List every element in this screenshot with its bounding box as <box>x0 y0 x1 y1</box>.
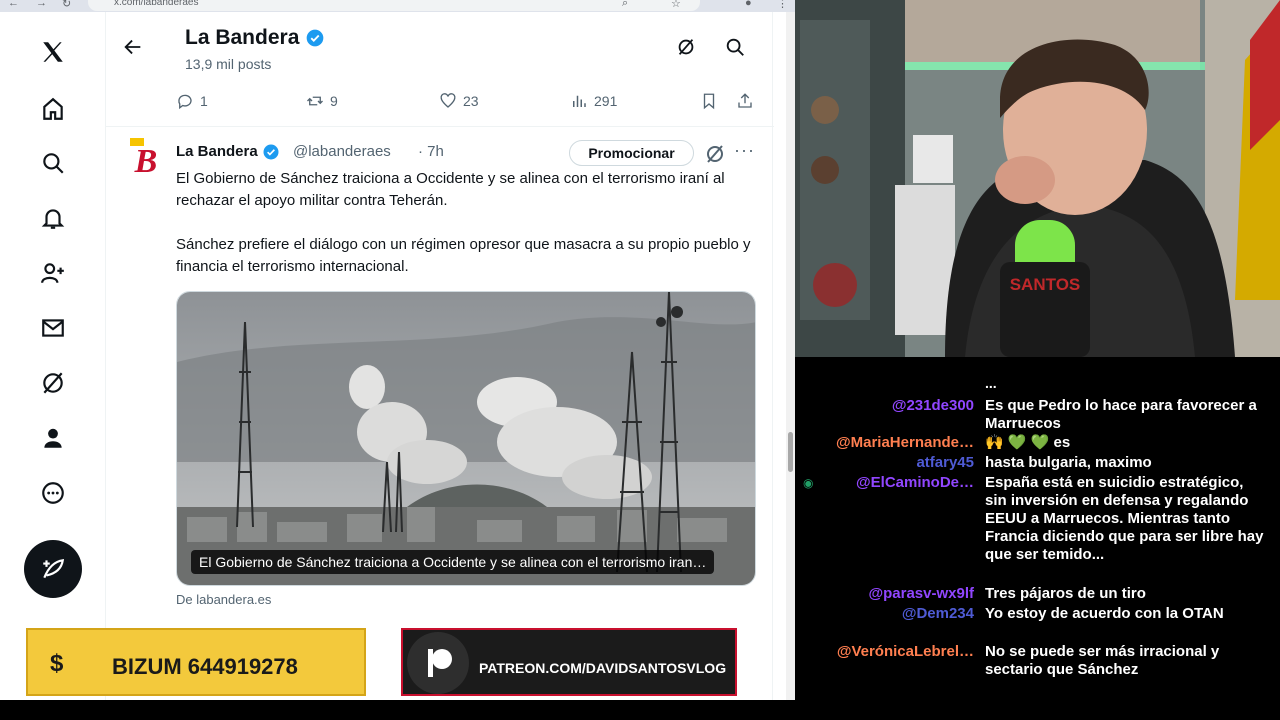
home-icon[interactable] <box>35 91 71 127</box>
back-arrow-icon[interactable] <box>119 33 147 61</box>
media-caption: El Gobierno de Sánchez traiciona a Occid… <box>191 550 715 574</box>
chat-username[interactable]: @Dem234 <box>902 605 974 622</box>
views-icon <box>573 95 586 107</box>
views-count: 291 <box>594 93 618 109</box>
repost-count: 9 <box>330 93 338 109</box>
bookmark-icon <box>703 93 715 110</box>
bookmark-star-icon[interactable]: ☆ <box>671 0 681 10</box>
chat-username[interactable]: atfary45 <box>916 454 974 471</box>
chat-text: 🙌 💚 💚 es <box>985 434 1071 451</box>
dollar-icon: $ <box>50 650 64 677</box>
more-icon[interactable] <box>35 475 71 511</box>
tweet-divider <box>106 126 774 127</box>
like-button[interactable]: 23 <box>439 92 479 110</box>
profile-name: La Bandera <box>185 26 300 49</box>
tweet-author-name[interactable]: La Bandera <box>176 143 258 160</box>
page-scrollbar[interactable] <box>786 12 795 700</box>
tweet-paragraph-1: El Gobierno de Sánchez traiciona a Occid… <box>176 170 725 209</box>
profile-timeline: La Bandera 13,9 mil posts 1 9 23 291 B L… <box>105 12 774 700</box>
tweet-author[interactable]: La Bandera <box>176 143 280 161</box>
share-icon <box>738 93 752 108</box>
compose-post-button[interactable] <box>24 540 82 598</box>
repost-icon <box>307 96 323 106</box>
search-icon[interactable] <box>35 145 71 181</box>
tweet-handle[interactable]: @labanderaes <box>293 143 391 160</box>
chat-text: España está en suicidio estratégico, sin… <box>985 474 1264 563</box>
chat-text: Es que Pedro lo hace para favorecer a Ma… <box>985 397 1257 432</box>
chat-username[interactable]: @VerónicaLebrel… <box>837 643 974 660</box>
profile-avatar-icon[interactable]: ● <box>745 0 752 9</box>
chat-username[interactable]: @parasv-wx9lf <box>868 585 974 602</box>
like-count: 23 <box>463 93 479 109</box>
profile-icon[interactable] <box>35 420 71 456</box>
profile-header-title: La Bandera <box>185 26 325 50</box>
forward-icon[interactable]: → <box>36 0 47 9</box>
member-badge-icon: ◉ <box>803 476 814 490</box>
reply-button[interactable]: 1 <box>176 92 208 110</box>
verified-badge-icon <box>306 30 324 47</box>
back-icon[interactable]: ← <box>8 0 19 9</box>
share-button[interactable] <box>736 92 754 110</box>
chat-text: Tres pájaros de un tiro <box>985 585 1146 602</box>
bookmark-button[interactable] <box>700 92 718 110</box>
menu-icon[interactable]: ⋮ <box>777 0 788 10</box>
messages-icon[interactable] <box>35 310 71 346</box>
patreon-logo-icon <box>407 632 469 694</box>
tweet-time[interactable]: · 7h <box>418 143 444 160</box>
link-source[interactable]: De labandera.es <box>176 592 271 607</box>
tweet-paragraph-2: Sánchez prefiere el diálogo con un régim… <box>176 236 751 275</box>
grok-header-icon[interactable] <box>672 33 700 61</box>
smoke-over-city-image <box>177 292 755 585</box>
chat-username[interactable]: @MariaHernande… <box>836 434 974 451</box>
chat-username[interactable]: @231de300 <box>892 397 974 414</box>
views-button[interactable]: 291 <box>570 92 617 110</box>
patreon-text: PATREON.COM/DAVIDSANTOSVLOG <box>479 660 727 676</box>
x-logo-icon[interactable] <box>35 34 71 70</box>
tweet-media-card[interactable]: El Gobierno de Sánchez traiciona a Occid… <box>176 291 756 586</box>
browser-toolbar: ← → ↻ x.com/labanderaes ⌕ ☆ ● ⋮ <box>0 0 795 12</box>
chat-text: hasta bulgaria, maximo <box>985 454 1152 471</box>
follow-icon[interactable] <box>35 255 71 291</box>
mic-brand-label: SANTOS <box>1010 275 1081 294</box>
search-header-icon[interactable] <box>721 33 749 61</box>
repost-button[interactable]: 9 <box>306 92 338 110</box>
promote-button[interactable]: Promocionar <box>569 140 694 166</box>
grok-icon[interactable] <box>35 365 71 401</box>
patreon-banner: PATREON.COM/DAVIDSANTOSVLOG <box>401 628 737 696</box>
x-sidebar <box>0 12 105 700</box>
webcam-feed: SANTOS <box>795 0 1280 357</box>
streamer-webcam-image: SANTOS <box>795 0 1280 357</box>
reply-count: 1 <box>200 93 208 109</box>
reload-icon[interactable]: ↻ <box>62 0 71 10</box>
author-avatar[interactable]: B <box>126 138 166 182</box>
heart-icon <box>440 93 456 108</box>
grok-icon[interactable] <box>703 142 727 166</box>
bizum-banner: $ BIZUM 644919278 <box>26 628 366 696</box>
live-chat: ... @231de300 Es que Pedro lo hace para … <box>795 357 1280 720</box>
notifications-icon[interactable] <box>35 200 71 236</box>
bottom-bar <box>0 700 795 720</box>
chat-text: No se puede ser más irracional y sectari… <box>985 643 1220 678</box>
prev-tweet-actions: 1 9 23 291 <box>176 92 756 112</box>
chat-username[interactable]: @ElCaminoDe… <box>856 474 974 491</box>
chat-text: Yo estoy de acuerdo con la OTAN <box>985 605 1224 622</box>
url-text[interactable]: x.com/labanderaes <box>114 0 199 8</box>
posts-count: 13,9 mil posts <box>185 56 272 72</box>
reply-icon <box>178 94 192 110</box>
zoom-icon[interactable]: ⌕ <box>622 0 628 10</box>
browser-window: ← → ↻ x.com/labanderaes ⌕ ☆ ● ⋮ La Bande… <box>0 0 795 700</box>
chat-scrolled-fragment: ... <box>985 375 997 391</box>
scrollbar-thumb[interactable] <box>788 432 793 472</box>
stream-scene: ← → ↻ x.com/labanderaes ⌕ ☆ ● ⋮ La Bande… <box>0 0 1280 720</box>
feather-icon <box>43 559 65 579</box>
bizum-text: BIZUM 644919278 <box>112 654 298 679</box>
verified-badge-icon <box>263 144 279 160</box>
more-options-icon[interactable]: ··· <box>734 140 755 161</box>
